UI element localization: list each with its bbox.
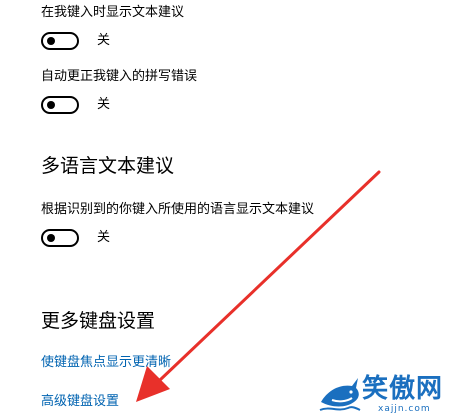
autocorrect-toggle[interactable]	[41, 96, 79, 114]
multilingual-suggestion-state: 关	[97, 230, 111, 245]
arrow-head	[136, 366, 170, 402]
watermark: 笑傲网 xajjn.com	[318, 372, 450, 418]
multilingual-suggestion-toggle[interactable]	[41, 229, 79, 247]
toggle-knob	[47, 101, 55, 109]
toggle-knob	[47, 234, 55, 242]
keyboard-focus-link[interactable]: 使键盘焦点显示更清晰	[41, 355, 171, 371]
watermark-domain: xajjn.com	[378, 404, 431, 414]
suggest-as-type-state: 关	[97, 33, 111, 48]
suggest-as-type-label: 在我键入时显示文本建议	[41, 5, 185, 20]
autocorrect-label: 自动更正我键入的拼写错误	[41, 69, 198, 84]
shark-logo-icon	[319, 378, 361, 411]
autocorrect-state: 关	[97, 97, 111, 112]
multilingual-heading: 多语言文本建议	[41, 155, 175, 177]
suggest-as-type-toggle[interactable]	[41, 32, 79, 50]
toggle-knob	[47, 37, 55, 45]
advanced-keyboard-settings-link[interactable]: 高级键盘设置	[41, 394, 119, 410]
multilingual-suggestion-label: 根据识别到的你键入所使用的语言显示文本建议	[41, 202, 315, 217]
watermark-brand: 笑傲网	[362, 374, 444, 404]
more-keyboard-heading: 更多键盘设置	[41, 310, 156, 332]
